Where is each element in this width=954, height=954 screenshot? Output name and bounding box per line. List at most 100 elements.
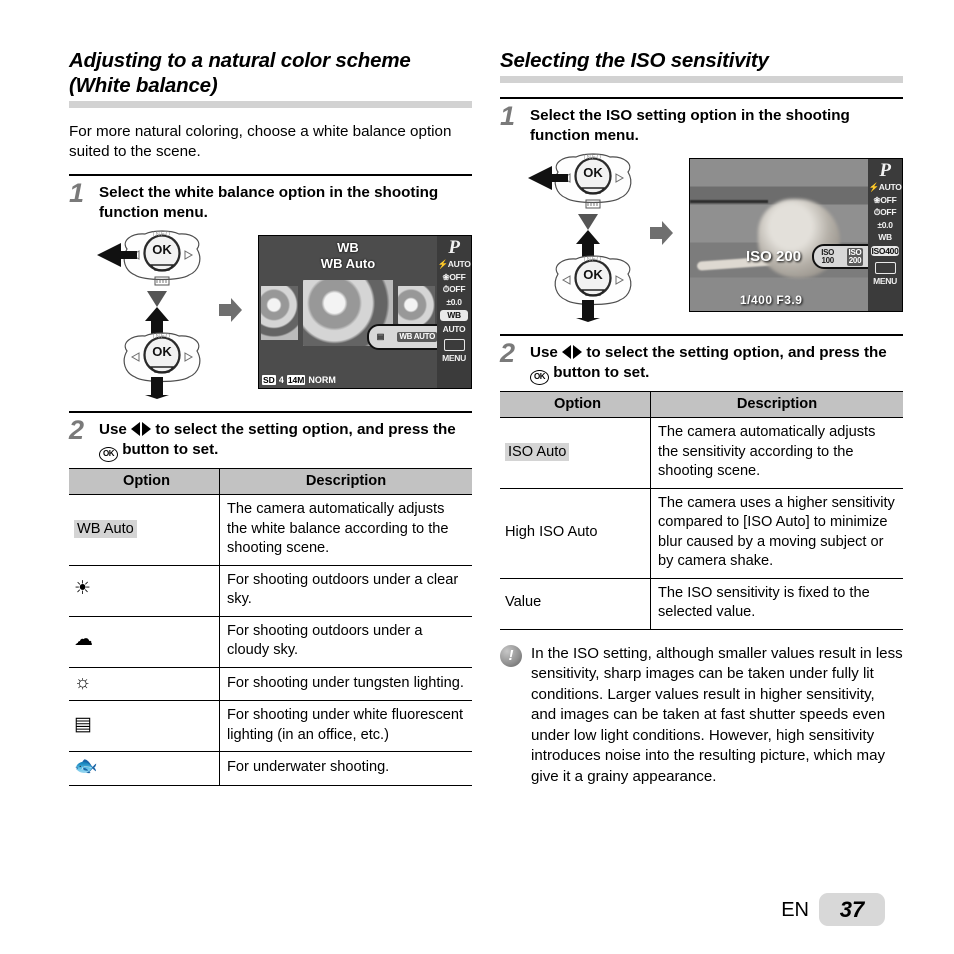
right-step1-rule	[500, 97, 903, 99]
iso-option-100[interactable]: ISO 100	[819, 248, 836, 266]
left-step2-text: Use to select the setting option, and pr…	[99, 420, 472, 462]
drive-mode-icon[interactable]	[874, 262, 896, 274]
right-heading-rule	[500, 76, 903, 83]
thumbnail-prev	[261, 286, 298, 340]
right-arrow-icon-2	[142, 422, 152, 436]
iso-option-value: ISO Auto	[505, 442, 570, 461]
right-step1-text: Select the ISO setting option in the sho…	[530, 107, 850, 144]
wb-row-option: WB Auto	[69, 494, 220, 566]
left-lcd-title-line1: WB	[337, 240, 359, 255]
live-view-photo	[690, 159, 868, 311]
left-column: Adjusting to a natural color scheme (Whi…	[69, 48, 472, 786]
left-step1-rule	[69, 174, 472, 176]
right-lcd-sidebar: P ⚡AUTO ❀OFF ⏱OFF ±0.0 WB ISO400 MENU	[868, 159, 902, 311]
dpad-svg: OK INFO OK INFO	[528, 153, 632, 322]
white-balance-icon[interactable]: WB	[440, 310, 468, 321]
wb-row-description: The camera automatically adjusts the whi…	[219, 494, 472, 566]
svg-text:OK: OK	[583, 165, 603, 180]
wb-col-option: Option	[69, 468, 220, 495]
wb-option-value: WB Auto	[74, 519, 137, 538]
shooting-mode-indicator: P	[879, 160, 891, 181]
language-label: EN	[781, 898, 809, 921]
white-balance-icon[interactable]: WB	[868, 233, 902, 242]
iso-option-selector[interactable]: ISO100 ISO200 ISO400	[812, 244, 868, 269]
table-row: Value The ISO sensitivity is fixed to th…	[500, 578, 903, 630]
right-lcd-body: ISO 200 1/400 F3.9 ISO100 ISO200 ISO400	[690, 159, 868, 311]
wb-option-selector[interactable]: ▤ WB AUTO ☀	[367, 324, 437, 350]
left-step2-number: 2	[69, 415, 85, 445]
left-dpad-diagram: OK INFO OK INFO	[93, 229, 213, 399]
menu-label[interactable]: MENU	[868, 277, 902, 286]
wb-col-description: Description	[219, 468, 472, 495]
wb-option-auto[interactable]: WB AUTO	[397, 332, 437, 342]
page-footer: EN 37	[781, 893, 885, 926]
iso-icon[interactable]: AUTO	[437, 324, 471, 334]
right-arrow-icon	[650, 221, 673, 245]
svg-text:INFO: INFO	[584, 257, 602, 263]
left-lcd-title: WB WB Auto	[259, 240, 437, 272]
white-balance-table: Option Description WB Auto The camera au…	[69, 468, 472, 786]
drive-mode-icon[interactable]	[443, 339, 465, 351]
fish-underwater-icon: 🐟	[74, 756, 98, 777]
left-arrow-icon	[562, 345, 572, 359]
shooting-mode-indicator: P	[448, 237, 460, 258]
page-number: 37	[819, 893, 885, 926]
wb-table-body: WB Auto The camera automatically adjusts…	[69, 494, 472, 786]
left-step2-rule	[69, 411, 472, 413]
right-step2-text-c: button to set.	[549, 364, 650, 381]
macro-icon[interactable]: ❀OFF	[437, 272, 471, 282]
left-arrow-icon	[131, 422, 141, 436]
left-step2-text-b: to select the setting option, and press …	[151, 421, 456, 438]
right-flow-arrow	[650, 220, 674, 246]
macro-icon[interactable]: ❀OFF	[868, 195, 902, 205]
image-size: 14M	[286, 375, 306, 385]
right-lcd-screen: ISO 200 1/400 F3.9 ISO100 ISO200 ISO400 …	[689, 158, 903, 312]
iso-row-description: The camera automatically adjusts the sen…	[650, 417, 903, 489]
iso-icon[interactable]: ISO400	[871, 245, 899, 256]
wb-row-description: For shooting outdoors under a cloudy sky…	[219, 616, 472, 668]
iso-note: ! In the ISO setting, although smaller v…	[500, 644, 903, 788]
table-row: ☁ For shooting outdoors under a cloudy s…	[69, 616, 472, 668]
wb-row-description: For shooting under tungsten lighting.	[219, 667, 472, 701]
iso-col-description: Description	[650, 391, 903, 418]
svg-text:INFO: INFO	[584, 155, 602, 161]
image-quality: NORM	[308, 375, 336, 385]
table-row: 🐟 For underwater shooting.	[69, 751, 472, 786]
flash-icon[interactable]: ⚡AUTO	[868, 183, 902, 192]
left-lcd-status: SD 4 14M NORM	[262, 375, 336, 385]
wb-row-option: ☼	[69, 667, 220, 701]
dpad-svg: OK INFO OK INFO	[97, 230, 201, 399]
svg-text:OK: OK	[583, 267, 603, 282]
svg-text:INFO: INFO	[153, 232, 171, 238]
iso-col-option: Option	[500, 391, 651, 418]
wb-option-fluorescent[interactable]: ▤	[375, 332, 386, 342]
wb-row-option: ☁	[69, 616, 220, 668]
svg-text:INFO: INFO	[153, 334, 171, 340]
horizon-line	[690, 200, 769, 204]
left-lcd-sidebar: P ⚡AUTO ❀OFF ⏱OFF ±0.0 WB AUTO MENU	[437, 236, 471, 388]
iso-row-description: The ISO sensitivity is fixed to the sele…	[650, 578, 903, 630]
left-step-1: 1 Select the white balance option in the…	[69, 180, 472, 223]
iso-value-display: ISO 200	[746, 248, 802, 265]
table-row: High ISO Auto The camera uses a higher s…	[500, 488, 903, 579]
flash-icon[interactable]: ⚡AUTO	[437, 260, 471, 269]
right-section-heading: Selecting the ISO sensitivity	[500, 49, 769, 72]
wb-row-option: 🐟	[69, 751, 220, 786]
left-step-2: 2 Use to select the setting option, and …	[69, 415, 472, 462]
sun-icon: ☀	[74, 578, 92, 600]
menu-label[interactable]: MENU	[437, 354, 471, 363]
left-heading-rule	[69, 101, 472, 108]
table-row: ☀ For shooting outdoors under a clear sk…	[69, 565, 472, 617]
exposure-comp-icon[interactable]: ±0.0	[437, 297, 471, 307]
exposure-comp-icon[interactable]: ±0.0	[868, 220, 902, 230]
left-illustration: OK INFO OK INFO WB WB Auto SD 4 14M NORM…	[69, 229, 472, 401]
iso-note-text: In the ISO setting, although smaller val…	[531, 644, 903, 785]
svg-text:OK: OK	[152, 344, 172, 359]
right-step-2: 2 Use to select the setting option, and …	[500, 340, 903, 385]
iso-option-200[interactable]: ISO 200	[846, 247, 864, 266]
self-timer-icon[interactable]: ⏱OFF	[868, 208, 902, 217]
left-step1-text: Select the white balance option in the s…	[99, 184, 439, 221]
card-icon: SD	[262, 375, 276, 385]
shots-remaining: 4	[278, 375, 284, 385]
self-timer-icon[interactable]: ⏱OFF	[437, 285, 471, 294]
